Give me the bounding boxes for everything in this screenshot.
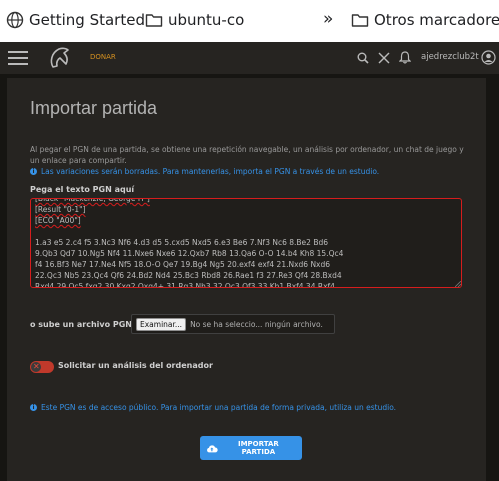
file-upload-label: o sube un archivo PGN bbox=[30, 320, 132, 329]
file-status: No se ha seleccio... ningún archivo. bbox=[190, 319, 323, 329]
browse-button[interactable]: Examinar... bbox=[136, 317, 187, 331]
notifications-bell-icon[interactable] bbox=[399, 51, 411, 64]
import-button-label: IMPORTAR PARTIDA bbox=[237, 440, 279, 456]
bookmark-label: ubuntu-co bbox=[168, 11, 245, 29]
site-header: DONAR ajedrezclub2t bbox=[0, 42, 499, 74]
donate-link[interactable]: DONAR bbox=[90, 53, 116, 61]
pgn-line: f4 16.Bf3 Ne7 17.Ne4 Nf5 18.O-O Qe7 19.B… bbox=[35, 260, 331, 269]
bookmarks-bar: Getting Started ubuntu-co » Otros marcad… bbox=[0, 0, 499, 43]
page-title: Importar partida bbox=[30, 98, 158, 118]
pgn-line: Rxd4 29.Qc5 fxg2 30.Kxg2 Qxg4+ 31.Rg3 Nh… bbox=[35, 282, 335, 288]
pgn-line: 1.a3 e5 2.c4 f5 3.Nc3 Nf6 4.d3 d5 5.cxd5… bbox=[35, 238, 328, 247]
pgn-line: 9.Qb3 Qd7 10.Ng5 Nf4 11.Nxe6 Nxe6 12.Qxb… bbox=[35, 249, 344, 258]
pgn-line: [Result "0-1"] bbox=[35, 205, 86, 214]
bookmarks-overflow-button[interactable]: » bbox=[323, 9, 333, 29]
info-icon: i bbox=[30, 168, 37, 175]
bookmark-getting-started[interactable]: Getting Started bbox=[6, 11, 145, 29]
folder-icon bbox=[145, 14, 163, 27]
user-avatar-icon[interactable] bbox=[481, 50, 496, 65]
analysis-label: Solicitar un análisis del ordenador bbox=[58, 361, 213, 370]
globe-icon bbox=[6, 11, 24, 29]
intro-text: Al pegar el PGN de una partida, se obtie… bbox=[30, 145, 464, 165]
import-game-button[interactable]: IMPORTAR PARTIDA bbox=[200, 436, 302, 460]
pgn-content: [Black "Mackenzie, George H"] [Result "0-… bbox=[35, 199, 457, 288]
public-note: i Este PGN es de acceso público. Para im… bbox=[30, 403, 396, 412]
cloud-upload-icon bbox=[207, 444, 218, 452]
folder-icon bbox=[351, 14, 369, 27]
challenge-swords-icon[interactable] bbox=[378, 52, 390, 64]
variations-note: i Las variaciones serán borradas. Para m… bbox=[30, 167, 379, 176]
pgn-line: [ECO "A00"] bbox=[35, 216, 81, 225]
bookmark-other-folder[interactable]: Otros marcadores bbox=[351, 11, 499, 29]
pgn-label: Pega el texto PGN aquí bbox=[30, 185, 135, 194]
pgn-line: 22.Qc3 Nb5 23.Qc4 Qf6 24.Bd2 Nd4 25.Bc3 … bbox=[35, 271, 342, 280]
pgn-textarea[interactable]: [Black "Mackenzie, George H"] [Result "0-… bbox=[30, 198, 462, 288]
lichess-logo-icon[interactable] bbox=[48, 45, 72, 71]
info-icon: i bbox=[30, 404, 37, 411]
bookmark-label: Getting Started bbox=[29, 11, 145, 29]
search-icon[interactable] bbox=[357, 52, 369, 64]
file-input[interactable]: Examinar... No se ha seleccio... ningún … bbox=[131, 314, 335, 334]
analysis-toggle[interactable]: ✕ bbox=[30, 361, 54, 373]
bookmark-ubuntu[interactable]: ubuntu-co bbox=[145, 11, 244, 29]
resize-handle-icon[interactable] bbox=[455, 281, 461, 287]
bookmark-label: Otros marcadores bbox=[374, 11, 499, 29]
hamburger-menu-icon[interactable] bbox=[8, 50, 28, 66]
pgn-line bbox=[35, 226, 457, 237]
username-link[interactable]: ajedrezclub2t bbox=[421, 52, 479, 62]
close-icon: ✕ bbox=[33, 362, 40, 371]
